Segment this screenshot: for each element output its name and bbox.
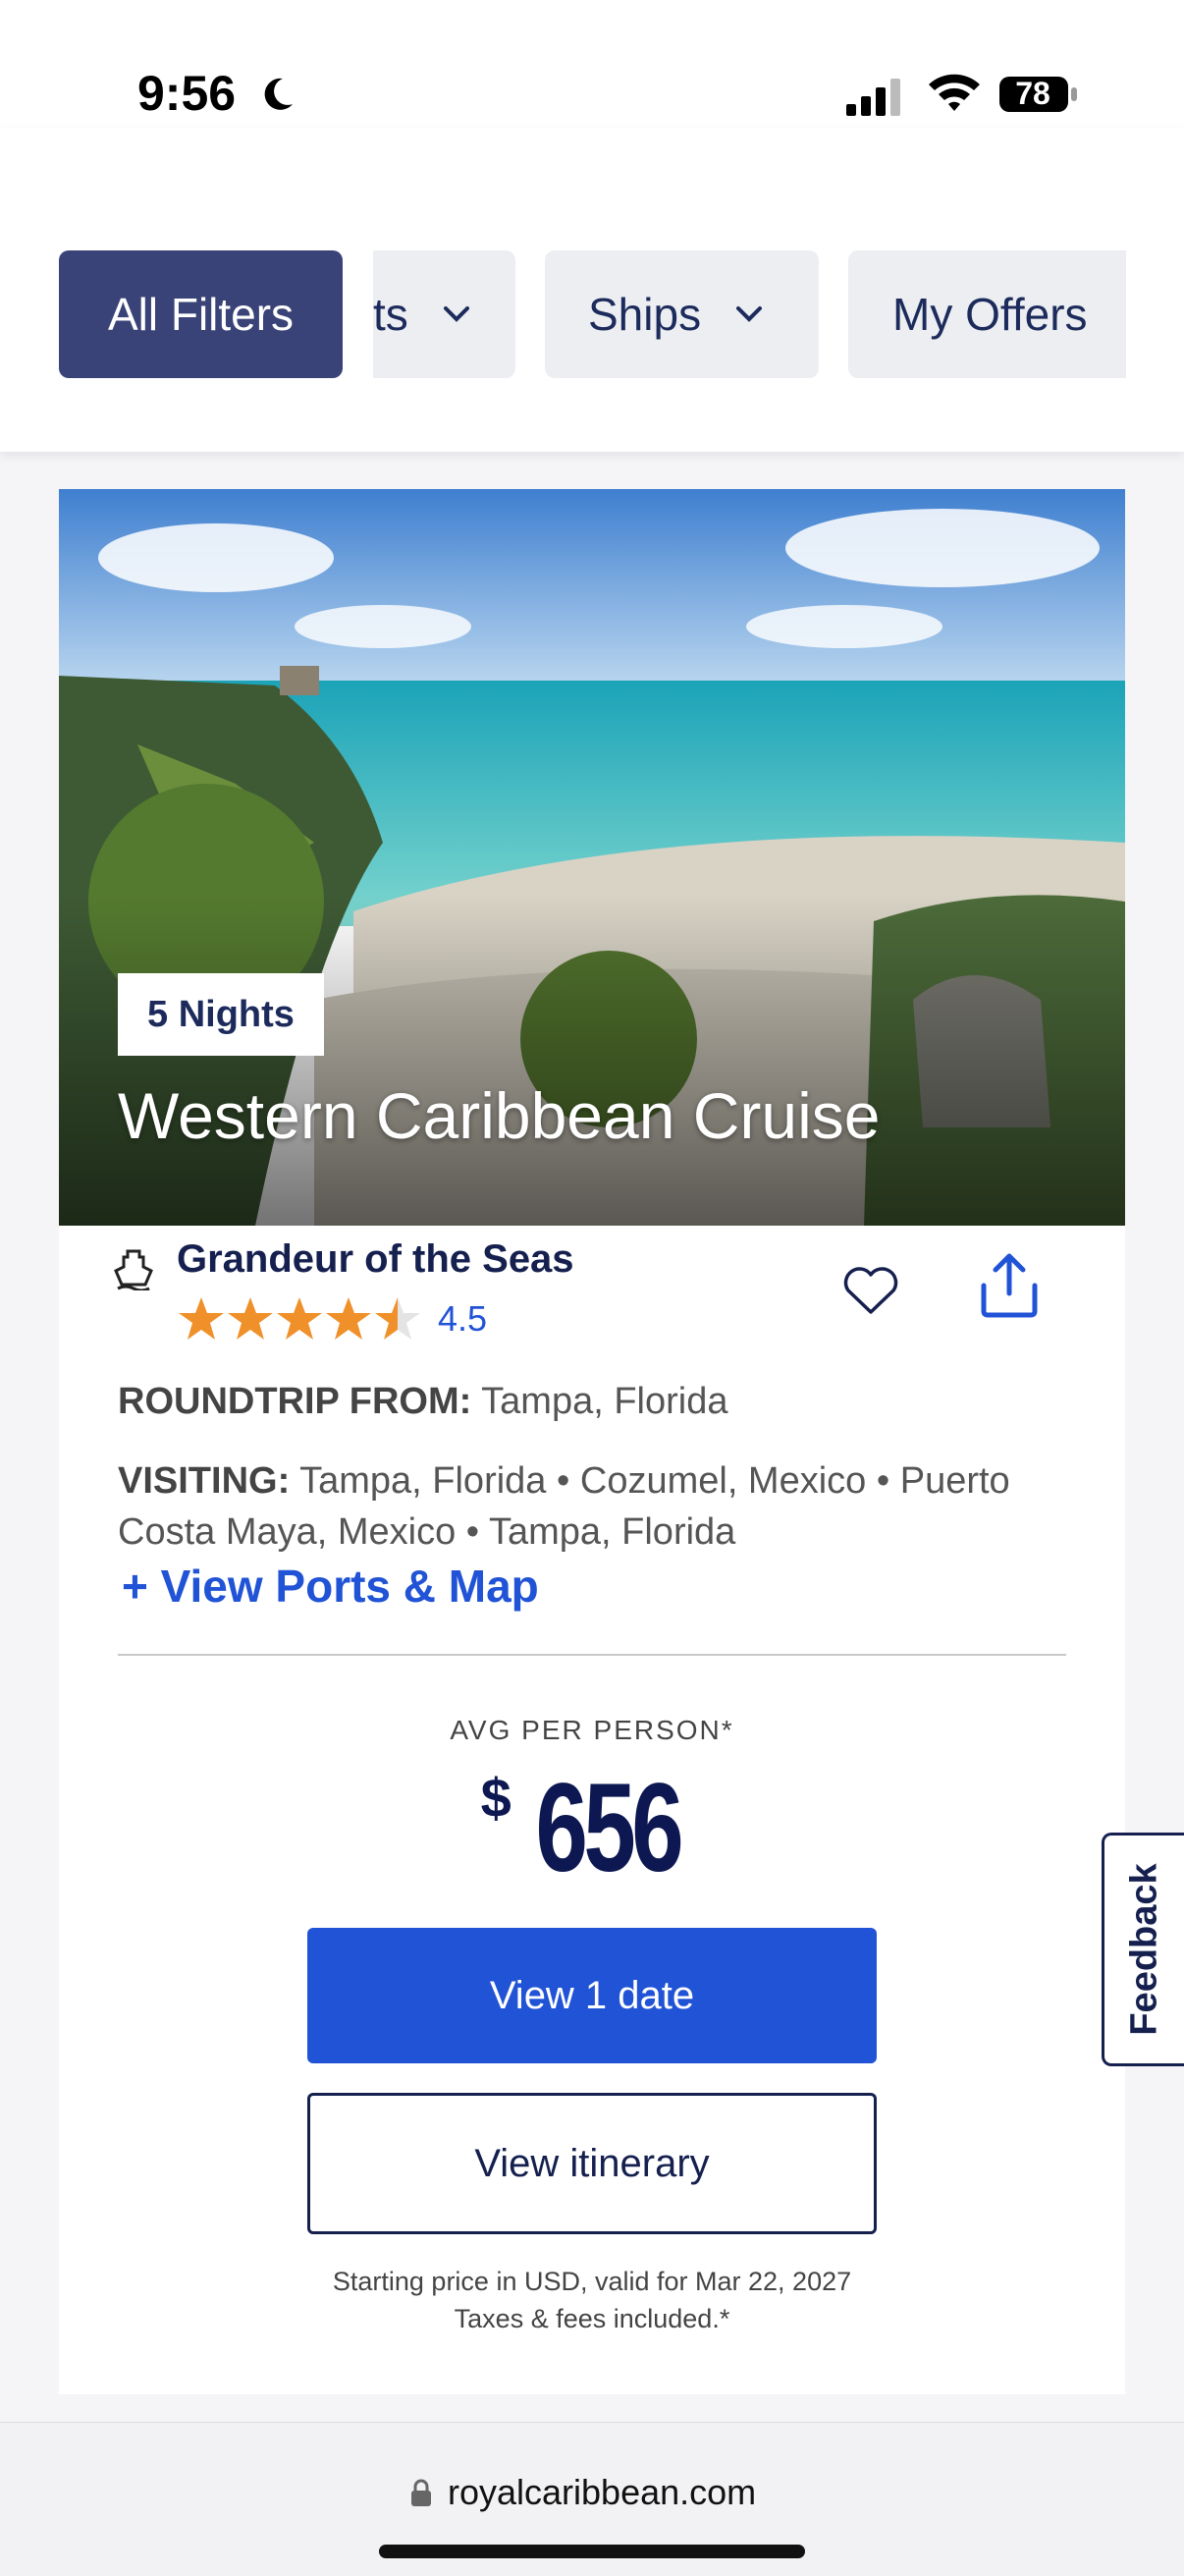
lock-icon — [411, 2479, 431, 2506]
price-currency: $ — [480, 1767, 511, 1829]
view-ports-map-link[interactable]: + View Ports & Map — [122, 1560, 539, 1613]
visiting-port: Tampa, Florida — [488, 1511, 736, 1553]
ship-name[interactable]: Grandeur of the Seas — [177, 1237, 574, 1282]
share-icon[interactable] — [976, 1250, 1043, 1321]
browser-url-bar[interactable]: royalcaribbean.com — [0, 2422, 1184, 2576]
ships-filter-button[interactable]: Ships — [545, 250, 819, 378]
visiting-port: Tampa, Florida — [299, 1460, 547, 1502]
url-text[interactable]: royalcaribbean.com — [448, 2472, 756, 2513]
chevron-down-icon — [443, 306, 469, 322]
status-time: 9:56 — [137, 66, 237, 121]
moon-icon — [264, 78, 293, 110]
home-indicator[interactable] — [379, 2545, 805, 2558]
view-dates-label: View 1 date — [489, 1973, 695, 2017]
visiting-port: Cozumel, Mexico — [579, 1460, 867, 1502]
status-bar: 9:56 78 — [0, 0, 1184, 128]
cruise-title[interactable]: Western Caribbean Cruise — [118, 1078, 880, 1153]
rating-value: 4.5 — [438, 1298, 488, 1339]
view-itinerary-label: View itinerary — [474, 2141, 710, 2185]
all-filters-button[interactable]: All Filters — [59, 250, 343, 378]
feedback-label: Feedback — [1123, 1863, 1164, 2036]
heart-icon[interactable] — [842, 1265, 899, 1316]
all-filters-label: All Filters — [107, 289, 295, 340]
divider — [118, 1654, 1066, 1656]
filter-chip-partial[interactable]: ts — [373, 250, 515, 378]
filter-bar: All Filters ts Ships My Offers — [0, 128, 1184, 452]
my-offers-label: My Offers — [892, 289, 1088, 340]
chevron-down-icon — [736, 306, 763, 322]
hero-image[interactable]: 5 Nights Western Caribbean Cruise — [59, 489, 1125, 1226]
my-offers-button[interactable]: My Offers — [848, 250, 1126, 378]
cellular-signal-icon — [846, 79, 900, 116]
port-separator: • — [465, 1511, 480, 1553]
ship-icon — [114, 1249, 153, 1290]
price-amount: 656 — [535, 1758, 683, 1898]
view-itinerary-button[interactable]: View itinerary — [307, 2093, 877, 2234]
feedback-tab[interactable]: Feedback — [1102, 1833, 1184, 2066]
price: $656 — [59, 1756, 1125, 1900]
visiting-label: VISITING: — [118, 1460, 291, 1502]
star-icon — [326, 1297, 371, 1340]
port-separator: • — [876, 1460, 890, 1502]
wifi-icon — [929, 74, 980, 111]
avg-per-person-label: AVG PER PERSON* — [450, 1715, 734, 1745]
star-rating — [177, 1294, 422, 1343]
star-icon — [228, 1297, 273, 1340]
star-icon — [179, 1297, 224, 1340]
visiting-row: VISITING: Tampa, Florida • Cozumel, Mexi… — [118, 1455, 1100, 1558]
battery-level: 78 — [1015, 76, 1050, 111]
cruise-card[interactable]: 5 Nights Western Caribbean Cruise Grande… — [59, 489, 1125, 2394]
ships-filter-label: Ships — [588, 289, 702, 340]
fine-print-line: Starting price in USD, valid for Mar 22,… — [332, 2267, 852, 2296]
price-fine-print: Starting price in USD, valid for Mar 22,… — [59, 2263, 1125, 2337]
fine-print-line: Taxes & fees included.* — [454, 2304, 730, 2333]
port-separator: • — [557, 1460, 570, 1502]
roundtrip-label: ROUNDTRIP FROM: — [118, 1381, 472, 1422]
star-icon — [277, 1297, 322, 1340]
nights-badge: 5 Nights — [118, 973, 324, 1056]
view-dates-button[interactable]: View 1 date — [307, 1928, 877, 2063]
roundtrip-row: ROUNDTRIP FROM: Tampa, Florida — [118, 1381, 727, 1423]
roundtrip-value: Tampa, Florida — [481, 1381, 728, 1422]
half-star-icon — [375, 1297, 420, 1340]
filter-chip-partial-label: ts — [373, 289, 408, 340]
